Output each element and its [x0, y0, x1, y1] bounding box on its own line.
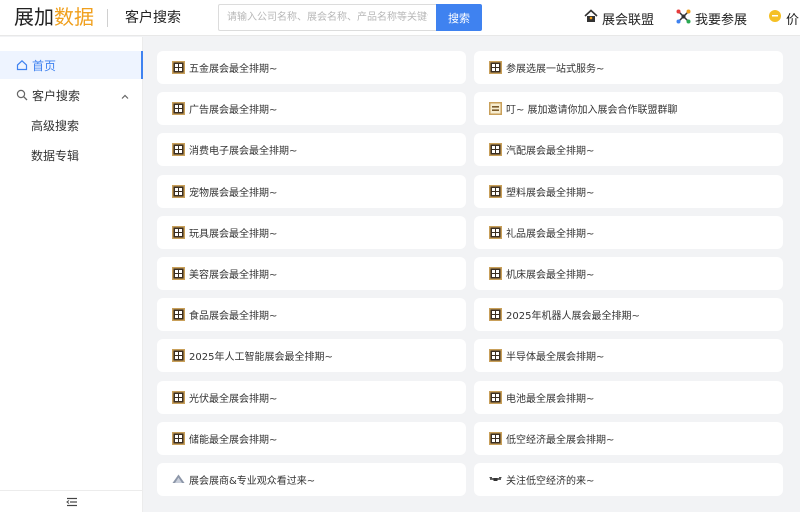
content-card[interactable]: 2025年机器人展会最全排期~ — [474, 298, 783, 331]
content-card[interactable]: 宠物展会最全排期~ — [157, 175, 466, 208]
content-card[interactable]: 玩具展会最全排期~ — [157, 216, 466, 249]
collapse-menu-icon — [65, 492, 78, 511]
grid-icon — [172, 432, 185, 445]
content-card[interactable]: 礼品展会最全排期~ — [474, 216, 783, 249]
content-card-label: 美容展会最全排期~ — [189, 270, 278, 281]
grid-icon — [172, 185, 185, 198]
nav-exhibit-label: 我要参展 — [695, 12, 748, 28]
content-card-label: 礼品展会最全排期~ — [506, 229, 595, 240]
page-title: 客户搜索 — [125, 10, 181, 26]
grid-icon — [489, 267, 502, 280]
logo-main-text: 展加 — [14, 5, 54, 29]
grid-icon — [489, 185, 502, 198]
sidebar-item-advanced-search-label: 高级搜索 — [31, 118, 80, 133]
content-card[interactable]: 低空经济最全展会排期~ — [474, 422, 783, 455]
content-card[interactable]: 关注低空经济的来~ — [474, 463, 783, 496]
content-card-label: 展会展商&专业观众看过来~ — [189, 476, 316, 487]
nav-alliance[interactable]: 展会联盟 — [584, 8, 654, 28]
content-card-label: 机床展会最全排期~ — [506, 270, 595, 281]
sidebar-item-customer-search[interactable]: 客户搜索 — [0, 81, 143, 109]
content-card[interactable]: 美容展会最全排期~ — [157, 257, 466, 290]
content-card[interactable]: 光伏最全展会排期~ — [157, 381, 466, 414]
content-card[interactable]: 食品展会最全排期~ — [157, 298, 466, 331]
grid-icon — [172, 102, 185, 115]
content-card-label: 宠物展会最全排期~ — [189, 188, 278, 199]
logo[interactable]: 展加数据 — [14, 4, 94, 30]
content-card-label: 低空经济最全展会排期~ — [506, 435, 615, 446]
coin-icon — [768, 9, 782, 27]
alliance-badge-icon — [489, 102, 502, 115]
content-card[interactable]: 汽配展会最全排期~ — [474, 133, 783, 166]
sidebar: 首页 客户搜索 高级搜索 数据专辑 — [0, 37, 143, 512]
nav-alliance-label: 展会联盟 — [602, 12, 655, 28]
content-card-label: 关注低空经济的来~ — [506, 476, 595, 487]
search-button[interactable]: 搜索 — [436, 4, 482, 31]
grid-icon — [489, 143, 502, 156]
house-people-icon — [584, 9, 598, 27]
grid-icon — [172, 143, 185, 156]
top-header: 展加数据 客户搜索 搜索 展会联盟 我要参展 价 — [0, 0, 800, 36]
search-icon — [16, 89, 28, 101]
grid-icon — [172, 308, 185, 321]
content-card[interactable]: 广告展会最全排期~ — [157, 92, 466, 125]
sidebar-item-advanced-search[interactable]: 高级搜索 — [0, 111, 143, 139]
search-input[interactable] — [218, 4, 436, 31]
content-card[interactable]: 五金展会最全排期~ — [157, 51, 466, 84]
home-icon — [16, 59, 28, 71]
sidebar-item-home-label: 首页 — [32, 58, 57, 73]
content-card-label: 食品展会最全排期~ — [189, 311, 278, 322]
content-card[interactable]: 参展选展一站式服务~ — [474, 51, 783, 84]
content-card[interactable]: 2025年人工智能展会最全排期~ — [157, 339, 466, 372]
content-card-label: 消费电子展会最全排期~ — [189, 146, 298, 157]
grid-icon — [489, 226, 502, 239]
sidebar-item-data-topics-label: 数据专辑 — [31, 148, 80, 163]
content-card[interactable]: 半导体最全展会排期~ — [474, 339, 783, 372]
grid-icon — [172, 349, 185, 362]
content-card[interactable]: 电池最全展会排期~ — [474, 381, 783, 414]
content-card-label: 光伏最全展会排期~ — [189, 394, 278, 405]
collapse-sidebar-button[interactable] — [0, 490, 143, 512]
content-card-label: 参展选展一站式服务~ — [506, 64, 605, 75]
logo-accent-text: 数据 — [54, 5, 94, 29]
active-indicator — [141, 51, 143, 79]
content-card[interactable]: 储能最全展会排期~ — [157, 422, 466, 455]
nav-price[interactable]: 价 — [768, 8, 799, 28]
grid-icon — [489, 432, 502, 445]
chevron-up-icon[interactable] — [121, 90, 129, 104]
header-divider — [107, 9, 108, 27]
content-card[interactable]: 叮~ 展加邀请你加入展会合作联盟群聊 — [474, 92, 783, 125]
grid-icon — [172, 61, 185, 74]
grid-icon — [489, 61, 502, 74]
content-card-label: 2025年人工智能展会最全排期~ — [189, 352, 333, 363]
nav-exhibit[interactable]: 我要参展 — [676, 8, 747, 28]
nav-price-label: 价 — [786, 12, 800, 28]
sidebar-item-home[interactable]: 首页 — [0, 51, 143, 79]
content-card-label: 储能最全展会排期~ — [189, 435, 278, 446]
content-card-label: 汽配展会最全排期~ — [506, 146, 595, 157]
people-network-icon — [676, 9, 691, 28]
content-card-label: 2025年机器人展会最全排期~ — [506, 311, 640, 322]
grid-icon — [489, 349, 502, 362]
grid-icon — [489, 391, 502, 404]
drone-icon — [489, 473, 502, 486]
content-card-label: 广告展会最全排期~ — [189, 105, 278, 116]
grid-icon — [172, 391, 185, 404]
content-card-label: 塑料展会最全排期~ — [506, 188, 595, 199]
grid-icon — [172, 226, 185, 239]
content-card-label: 玩具展会最全排期~ — [189, 229, 278, 240]
content-card[interactable]: 消费电子展会最全排期~ — [157, 133, 466, 166]
content-card-label: 五金展会最全排期~ — [189, 64, 278, 75]
content-card-label: 叮~ 展加邀请你加入展会合作联盟群聊 — [506, 105, 678, 116]
grid-icon — [172, 267, 185, 280]
content-card[interactable]: 展会展商&专业观众看过来~ — [157, 463, 466, 496]
triangle-logo-icon — [172, 473, 185, 486]
sidebar-item-data-topics[interactable]: 数据专辑 — [0, 141, 143, 169]
content-card[interactable]: 机床展会最全排期~ — [474, 257, 783, 290]
sidebar-item-customer-search-label: 客户搜索 — [32, 88, 81, 103]
content-card-label: 半导体最全展会排期~ — [506, 352, 605, 363]
grid-icon — [489, 308, 502, 321]
content-card[interactable]: 塑料展会最全排期~ — [474, 175, 783, 208]
content-card-label: 电池最全展会排期~ — [506, 394, 595, 405]
